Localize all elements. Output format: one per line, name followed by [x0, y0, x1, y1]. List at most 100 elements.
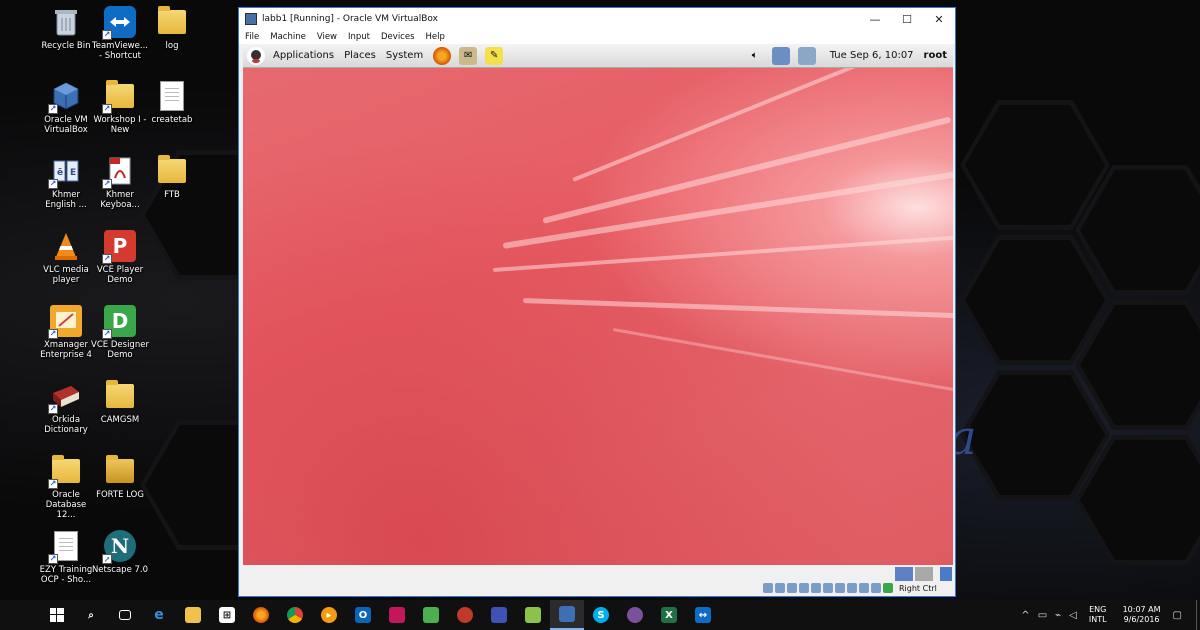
- taskbar-viber[interactable]: [618, 600, 652, 630]
- menu-view[interactable]: View: [317, 32, 337, 42]
- wallpaper-hex: [1080, 170, 1200, 290]
- taskbar-virtualbox[interactable]: [550, 600, 584, 630]
- desktop-icon-xmanager[interactable]: ↗ Xmanager Enterprise 4: [36, 305, 96, 360]
- taskbar-network-tool[interactable]: [482, 600, 516, 630]
- folder-icon: [156, 155, 188, 187]
- menu-input[interactable]: Input: [348, 32, 370, 42]
- shortcut-arrow-icon: ↗: [102, 554, 112, 564]
- desktop-icon-orkida[interactable]: ↗ Orkida Dictionary: [36, 380, 96, 435]
- close-button[interactable]: ✕: [923, 8, 955, 30]
- taskbar-notepad[interactable]: [516, 600, 550, 630]
- skype-icon: S: [593, 607, 609, 623]
- cpu-icon[interactable]: [859, 583, 869, 593]
- desktop-icon-ezy-training[interactable]: ↗ EZY Training OCP - Sho...: [36, 530, 96, 585]
- desktop-icon-teamviewer[interactable]: ↗ TeamViewe... - Shortcut: [90, 6, 150, 61]
- volume-tray-icon[interactable]: ◁: [1069, 610, 1077, 621]
- desktop-icon-ftb[interactable]: FTB: [142, 155, 202, 200]
- action-center-icon[interactable]: ▢: [1173, 610, 1182, 621]
- video-capture-icon[interactable]: [847, 583, 857, 593]
- desktop-icon-vlc[interactable]: VLC media player: [36, 230, 96, 285]
- menu-machine[interactable]: Machine: [270, 32, 306, 42]
- audio-icon[interactable]: [787, 583, 797, 593]
- menu-devices[interactable]: Devices: [381, 32, 415, 42]
- volume-icon[interactable]: 🔈︎: [746, 47, 764, 65]
- firefox-launcher-icon[interactable]: [433, 46, 452, 65]
- desktop-icon-khmer-keyboard[interactable]: ↗ Khmer Keyboa...: [90, 155, 150, 210]
- show-desktop-button[interactable]: [1196, 600, 1200, 630]
- taskbar-sql-developer[interactable]: [448, 600, 482, 630]
- usb-icon[interactable]: [811, 583, 821, 593]
- guest-menu-applications[interactable]: Applications: [273, 50, 334, 61]
- network-tray-icon[interactable]: ⌁: [1055, 610, 1061, 621]
- taskbar-teamviewer[interactable]: ↔: [686, 600, 720, 630]
- shortcut-arrow-icon: ↗: [102, 30, 112, 40]
- taskbar-store[interactable]: ⊞: [210, 600, 244, 630]
- document-icon: [156, 80, 188, 112]
- taskbar-app-green[interactable]: [414, 600, 448, 630]
- guest-menu-system[interactable]: System: [386, 50, 423, 61]
- desktop-icon-createtab[interactable]: createtab: [142, 80, 202, 125]
- firefox-icon: [253, 607, 269, 623]
- sql-developer-icon: [457, 607, 473, 623]
- minimize-button[interactable]: —: [859, 8, 891, 30]
- app-green-icon: [423, 607, 439, 623]
- taskbar-excel[interactable]: X: [652, 600, 686, 630]
- desktop-icon-netscape[interactable]: N ↗ Netscape 7.0: [90, 530, 150, 575]
- mouse-integration-icon[interactable]: [871, 583, 881, 593]
- menu-file[interactable]: File: [245, 32, 259, 42]
- show-hidden-icons-button[interactable]: ^: [1021, 610, 1029, 621]
- menu-help[interactable]: Help: [426, 32, 445, 42]
- shared-folder-icon[interactable]: [823, 583, 833, 593]
- desktop-icon-log[interactable]: log: [142, 6, 202, 51]
- optical-drive-icon[interactable]: [775, 583, 785, 593]
- search-button[interactable]: ⌕: [74, 600, 108, 630]
- vbox-menubar: File Machine View Input Devices Help: [239, 30, 955, 44]
- power-icon[interactable]: ▭: [1038, 610, 1047, 621]
- desktop-icon-recycle-bin[interactable]: Recycle Bin: [36, 6, 96, 51]
- network-adapter-icon[interactable]: [799, 583, 809, 593]
- pdf-icon: ↗: [102, 155, 136, 189]
- guest-menu-places[interactable]: Places: [344, 50, 376, 61]
- window-title: labb1 [Running] - Oracle VM VirtualBox: [262, 14, 438, 24]
- desktop-icon-khmer-english[interactable]: ēE ↗ Khmer English ...: [36, 155, 96, 210]
- wallpaper-light-streak: [522, 298, 953, 319]
- taskbar-chrome[interactable]: [278, 600, 312, 630]
- gnome-foot-icon[interactable]: [247, 46, 265, 65]
- desktop-icon-vce-player[interactable]: P ↗ VCE Player Demo: [90, 230, 150, 285]
- desktop-icon-forte-log[interactable]: FORTE LOG: [90, 455, 150, 500]
- start-button[interactable]: [40, 600, 74, 630]
- taskbar-firefox[interactable]: [244, 600, 278, 630]
- hard-disk-icon[interactable]: [763, 583, 773, 593]
- host-key-indicator-icon[interactable]: [883, 583, 893, 593]
- virtualbox-window[interactable]: labb1 [Running] - Oracle VM VirtualBox —…: [238, 7, 956, 597]
- task-view-button[interactable]: [108, 600, 142, 630]
- guest-user[interactable]: root: [924, 50, 947, 61]
- notes-launcher-icon[interactable]: ✎: [485, 46, 504, 65]
- taskbar-skype[interactable]: S: [584, 600, 618, 630]
- taskbar-app-pink[interactable]: [380, 600, 414, 630]
- host-key-label: Right Ctrl: [899, 583, 937, 593]
- guest-desktop-wallpaper[interactable]: [243, 68, 953, 565]
- guest-gnome-panel: Applications Places System ✉ ✎ 🔈︎ Tue Se…: [243, 44, 953, 68]
- desktop-icon-workshop[interactable]: ↗ Workshop I - New: [90, 80, 150, 135]
- desktop-icon-camgsm[interactable]: CAMGSM: [90, 380, 150, 425]
- mail-launcher-icon[interactable]: ✉: [459, 46, 478, 65]
- display-icon[interactable]: [835, 583, 845, 593]
- wallpaper-light-streak: [492, 235, 953, 272]
- language-indicator[interactable]: ENG INTL: [1089, 605, 1107, 625]
- window-titlebar[interactable]: labb1 [Running] - Oracle VM VirtualBox —…: [239, 8, 955, 30]
- taskbar-media-player[interactable]: ▸: [312, 600, 346, 630]
- desktop-icon-oracle-database[interactable]: ↗ Oracle Database 12...: [36, 455, 96, 520]
- taskbar-clock[interactable]: 10:07 AM 9/6/2016: [1123, 605, 1161, 625]
- desktop-icon-virtualbox[interactable]: ↗ Oracle VM VirtualBox: [36, 80, 96, 135]
- taskbar-edge[interactable]: e: [142, 600, 176, 630]
- taskbar-outlook[interactable]: O: [346, 600, 380, 630]
- keyboard-layout: INTL: [1088, 615, 1107, 624]
- shortcut-arrow-icon: ↗: [48, 404, 58, 414]
- network-icon[interactable]: [771, 46, 790, 65]
- update-icon[interactable]: [797, 46, 816, 65]
- taskbar-file-explorer[interactable]: [176, 600, 210, 630]
- guest-clock[interactable]: Tue Sep 6, 10:07: [830, 50, 914, 61]
- desktop-icon-vce-designer[interactable]: D ↗ VCE Designer Demo: [90, 305, 150, 360]
- maximize-button[interactable]: ☐: [891, 8, 923, 30]
